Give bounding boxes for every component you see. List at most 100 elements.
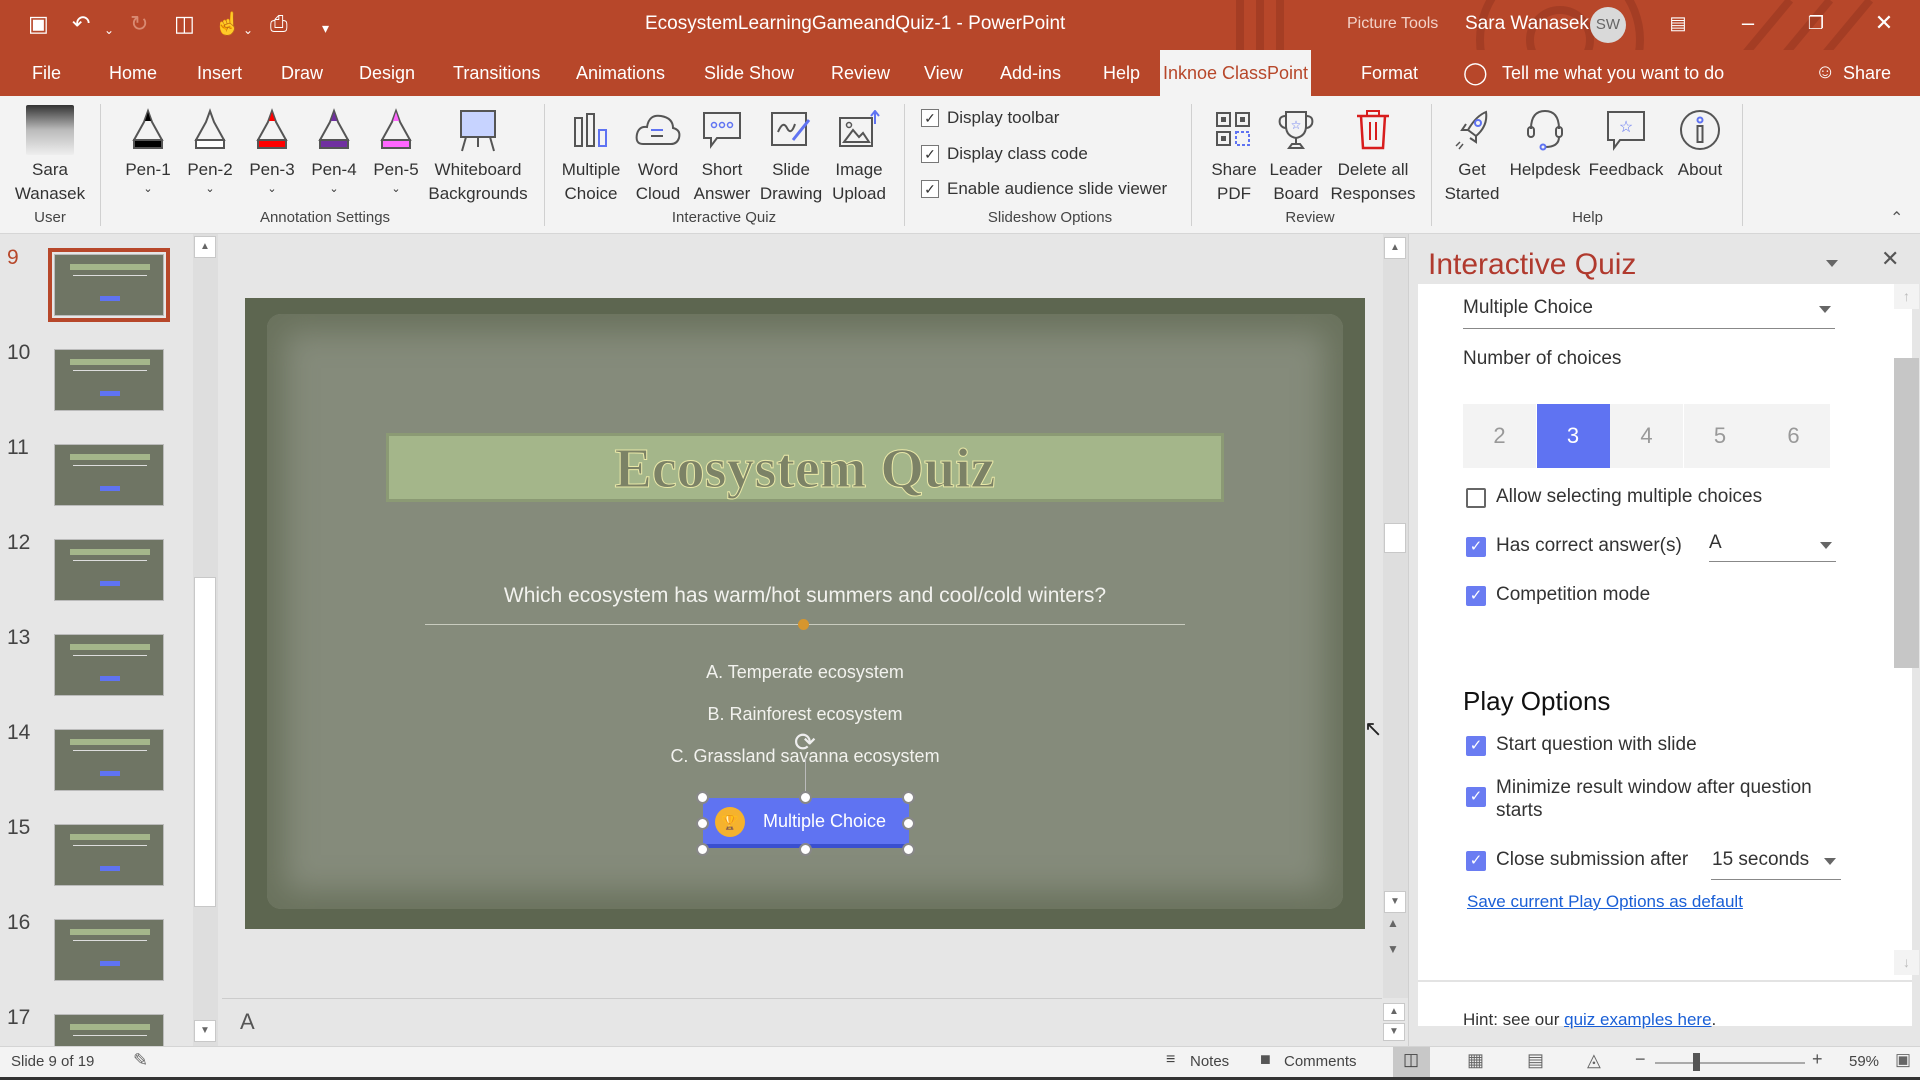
notes-text[interactable]: A: [240, 1009, 255, 1035]
slide-thumbnail[interactable]: [54, 444, 164, 506]
chevron-down-icon[interactable]: ⌄: [366, 182, 426, 196]
resize-handle[interactable]: [696, 843, 709, 856]
slide-thumbnail[interactable]: [54, 919, 164, 981]
has-correct-checkbox[interactable]: ✓: [1466, 537, 1486, 557]
tell-me-search[interactable]: Tell me what you want to do: [1502, 63, 1724, 84]
touch-mode-icon[interactable]: ☝: [214, 12, 241, 36]
helpdesk-button[interactable]: Helpdesk: [1508, 102, 1582, 182]
redo-icon[interactable]: ↻: [130, 12, 148, 36]
scroll-up-icon[interactable]: ▲: [1384, 237, 1406, 259]
restore-icon[interactable]: ❐: [1796, 13, 1836, 34]
tab-draw[interactable]: Draw: [281, 63, 323, 84]
start-with-slide-checkbox[interactable]: ✓: [1466, 736, 1486, 756]
tab-design[interactable]: Design: [359, 63, 415, 84]
tab-add-ins[interactable]: Add-ins: [1000, 63, 1061, 84]
pen-2-button[interactable]: Pen-2 ⌄: [180, 102, 240, 196]
panel-close-icon[interactable]: ✕: [1881, 246, 1899, 272]
undo-dropdown-icon[interactable]: ⌄: [104, 18, 114, 42]
quiz-question[interactable]: Which ecosystem has warm/hot summers and…: [245, 584, 1365, 608]
correct-answer-dropdown[interactable]: A: [1709, 532, 1722, 554]
chevron-down-icon[interactable]: ⌄: [304, 182, 364, 196]
word-cloud-button[interactable]: Word Cloud: [628, 102, 688, 206]
about-button[interactable]: About: [1668, 102, 1732, 182]
previous-slide-icon[interactable]: ▲: [1387, 916, 1399, 930]
slide-thumbnail[interactable]: [54, 349, 164, 411]
undo-icon[interactable]: ↶: [72, 12, 90, 36]
multiple-choice-button[interactable]: Multiple Choice: [556, 102, 626, 206]
tab-insert[interactable]: Insert: [197, 63, 242, 84]
fit-to-window-icon[interactable]: ▣: [1895, 1050, 1911, 1070]
scroll-thumb[interactable]: [1384, 523, 1406, 553]
panel-scrollbar-thumb[interactable]: [1894, 358, 1919, 668]
pen-4-button[interactable]: Pen-4 ⌄: [304, 102, 364, 196]
next-slide-icon[interactable]: ▼: [1387, 942, 1399, 956]
save-play-options-link[interactable]: Save current Play Options as default: [1467, 892, 1743, 912]
share-icon[interactable]: ☺: [1815, 61, 1835, 84]
close-submission-checkbox[interactable]: ✓: [1466, 851, 1486, 871]
resize-handle[interactable]: [696, 817, 709, 830]
scroll-down-icon[interactable]: ▼: [1384, 891, 1406, 913]
resize-handle[interactable]: [902, 817, 915, 830]
display-toolbar-checkbox[interactable]: ✓ Display toolbar: [921, 108, 1059, 128]
delete-all-responses-button[interactable]: Delete all Responses: [1330, 102, 1416, 206]
tab-help[interactable]: Help: [1103, 63, 1140, 84]
resize-handle[interactable]: [696, 791, 709, 804]
option-b[interactable]: B. Rainforest ecosystem: [245, 704, 1365, 725]
resize-handle[interactable]: [902, 843, 915, 856]
tab-transitions[interactable]: Transitions: [453, 63, 540, 84]
user-name[interactable]: Sara Wanasek: [1465, 13, 1589, 35]
quiz-examples-link[interactable]: quiz examples here: [1564, 1010, 1711, 1029]
save-icon[interactable]: ▣: [28, 12, 49, 36]
choice-count-5[interactable]: 5: [1683, 404, 1757, 468]
rotate-handle-icon[interactable]: ⟳: [794, 727, 816, 758]
tab-slide-show[interactable]: Slide Show: [704, 63, 794, 84]
zoom-in-icon[interactable]: +: [1812, 1049, 1823, 1070]
choice-count-4[interactable]: 4: [1610, 404, 1683, 468]
short-answer-button[interactable]: Short Answer: [690, 102, 754, 206]
comments-button[interactable]: Comments: [1284, 1053, 1357, 1070]
tab-animations[interactable]: Animations: [576, 63, 665, 84]
print-icon[interactable]: ⎙: [270, 12, 288, 36]
accessibility-check-icon[interactable]: ✎: [133, 1050, 148, 1071]
tab-format[interactable]: Format: [1361, 63, 1418, 84]
ribbon-display-options-icon[interactable]: ▤: [1658, 13, 1698, 34]
scroll-thumb[interactable]: [194, 577, 216, 907]
slide-sorter-icon[interactable]: ▦: [1467, 1050, 1484, 1071]
scroll-down-icon[interactable]: ▼: [194, 1020, 216, 1042]
thumbnail-scrollbar[interactable]: ▲ ▼: [193, 234, 218, 1046]
avatar[interactable]: SW: [1590, 7, 1626, 43]
comments-icon[interactable]: ■: [1260, 1049, 1271, 1070]
resize-handle[interactable]: [799, 791, 812, 804]
scroll-up-icon[interactable]: ▲: [194, 236, 216, 258]
close-submission-dropdown[interactable]: 15 seconds: [1712, 849, 1809, 871]
slide-thumbnail[interactable]: [48, 248, 170, 322]
choice-count-2[interactable]: 2: [1463, 404, 1536, 468]
feedback-button[interactable]: ☆ Feedback: [1588, 102, 1664, 182]
choice-count-3[interactable]: 3: [1536, 404, 1610, 468]
chevron-down-icon[interactable]: ⌄: [118, 182, 178, 196]
zoom-slider-thumb[interactable]: [1692, 1053, 1700, 1071]
enable-audience-slide-viewer-checkbox[interactable]: ✓ Enable audience slide viewer: [921, 179, 1167, 199]
zoom-level[interactable]: 59%: [1849, 1053, 1879, 1070]
resize-handle[interactable]: [902, 791, 915, 804]
option-a[interactable]: A. Temperate ecosystem: [245, 662, 1365, 683]
competition-mode-checkbox[interactable]: ✓: [1466, 586, 1486, 606]
notes-scroll-down-icon[interactable]: ▼: [1383, 1023, 1405, 1041]
normal-view-button[interactable]: ◫: [1393, 1047, 1430, 1077]
tab-file[interactable]: File: [32, 63, 61, 84]
minimize-icon[interactable]: –: [1728, 10, 1768, 36]
slide-canvas[interactable]: Ecosystem Quiz Which ecosystem has warm/…: [245, 298, 1365, 929]
reading-view-icon[interactable]: ▤: [1527, 1050, 1544, 1071]
slideshow-view-icon[interactable]: ◬: [1587, 1050, 1601, 1071]
resize-handle[interactable]: [799, 843, 812, 856]
notes-button[interactable]: Notes: [1190, 1053, 1229, 1070]
zoom-out-icon[interactable]: −: [1635, 1049, 1646, 1070]
panel-options-icon[interactable]: [1826, 260, 1838, 267]
checkbox-checked[interactable]: ✓: [921, 145, 939, 163]
chevron-down-icon[interactable]: [1824, 858, 1836, 865]
user-button[interactable]: Sara Wanasek: [8, 102, 92, 206]
slide-thumbnail[interactable]: [54, 1014, 164, 1046]
chevron-down-icon[interactable]: ⌄: [180, 182, 240, 196]
multiple-choice-slide-button[interactable]: 🏆 Multiple Choice: [703, 798, 909, 848]
panel-scroll-up-icon[interactable]: ↑: [1894, 284, 1919, 309]
